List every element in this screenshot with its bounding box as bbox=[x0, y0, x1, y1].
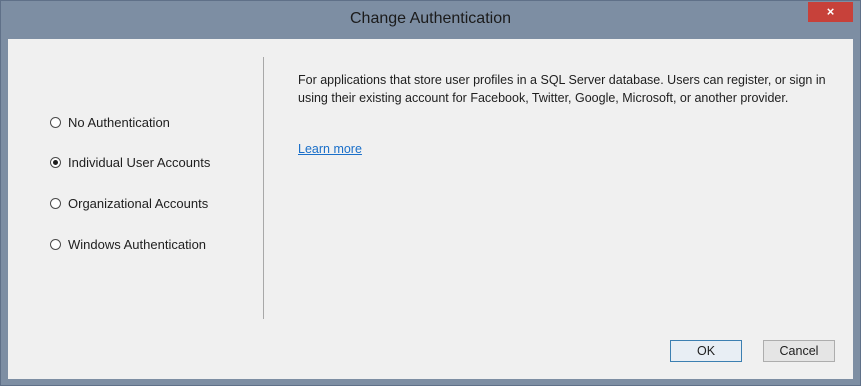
learn-more-link[interactable]: Learn more bbox=[298, 142, 362, 156]
close-button[interactable]: × bbox=[808, 2, 853, 22]
authentication-options: No Authentication Individual User Accoun… bbox=[8, 39, 264, 379]
option-label: No Authentication bbox=[68, 114, 170, 130]
cancel-button[interactable]: Cancel bbox=[763, 340, 835, 362]
authentication-description: For applications that store user profile… bbox=[298, 73, 826, 105]
radio-organizational-accounts[interactable] bbox=[50, 197, 61, 209]
dialog-title: Change Authentication bbox=[349, 10, 511, 27]
vertical-divider bbox=[263, 57, 264, 319]
option-label: Organizational Accounts bbox=[68, 195, 209, 211]
close-icon: × bbox=[826, 4, 835, 19]
dialog-content: No Authentication Individual User Accoun… bbox=[8, 39, 853, 379]
radio-windows-authentication[interactable] bbox=[50, 238, 61, 250]
radio-no-authentication[interactable] bbox=[50, 116, 61, 128]
change-authentication-dialog: Change Authentication × No Authenticatio… bbox=[0, 0, 861, 386]
option-no-authentication[interactable]: No Authentication bbox=[50, 113, 170, 131]
option-windows-authentication[interactable]: Windows Authentication bbox=[50, 235, 206, 253]
option-label: Windows Authentication bbox=[68, 236, 207, 252]
title-bar[interactable]: Change Authentication × bbox=[1, 1, 860, 39]
radio-individual-user-accounts[interactable] bbox=[50, 156, 61, 168]
ok-button[interactable]: OK bbox=[670, 340, 742, 362]
option-label: Individual User Accounts bbox=[68, 154, 211, 170]
option-individual-user-accounts[interactable]: Individual User Accounts bbox=[50, 153, 210, 171]
option-organizational-accounts[interactable]: Organizational Accounts bbox=[50, 194, 208, 212]
